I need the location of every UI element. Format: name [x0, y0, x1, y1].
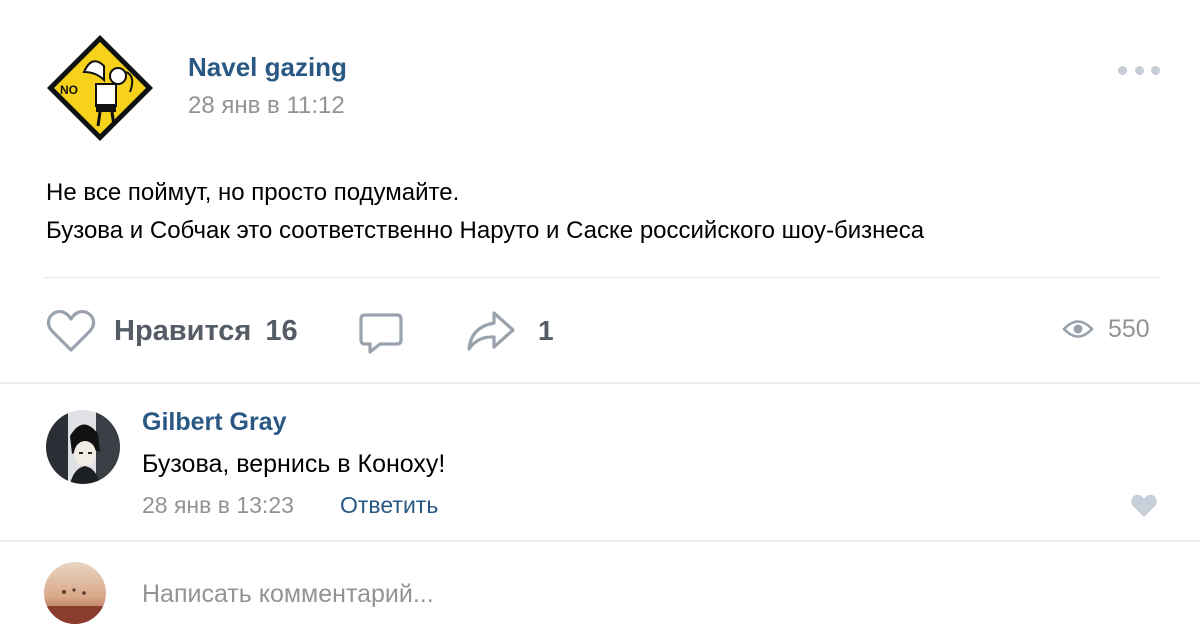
- section-divider: [0, 540, 1200, 542]
- dot: [1134, 65, 1144, 75]
- comment-author-avatar[interactable]: [46, 410, 120, 484]
- eye-icon: [1062, 320, 1094, 338]
- heart-icon: [46, 309, 96, 352]
- current-user-avatar: [44, 562, 106, 624]
- share-count: 1: [538, 315, 554, 346]
- post-text-line-2: Бузова и Собчак это соответственно Нарут…: [46, 217, 925, 244]
- comment-author-link[interactable]: Gilbert Gray: [142, 408, 287, 437]
- reply-button[interactable]: Ответить: [340, 492, 438, 519]
- comment-button[interactable]: [358, 310, 404, 356]
- dot: [1118, 65, 1127, 75]
- comment-icon: [359, 313, 403, 354]
- comment-input[interactable]: [130, 572, 1154, 616]
- heart-icon: [1131, 494, 1157, 517]
- views-count: 550: [1108, 314, 1150, 343]
- post-text: Не все поймут, но просто подумайте. Бузо…: [46, 174, 924, 250]
- group-avatar[interactable]: NO: [44, 32, 156, 144]
- post-text-line-1: Не все поймут, но просто подумайте.: [46, 179, 460, 206]
- section-divider: [0, 382, 1200, 384]
- like-count: 16: [265, 314, 298, 347]
- post-date[interactable]: 28 янв в 11:12: [188, 92, 345, 120]
- views-counter: 550: [1062, 312, 1150, 346]
- share-arrow-icon: [467, 311, 515, 351]
- group-name-link[interactable]: Navel gazing: [188, 52, 347, 83]
- avatar-sign-text: NO: [60, 83, 78, 97]
- more-dots-icon[interactable]: [1118, 62, 1160, 78]
- share-button[interactable]: 1: [466, 308, 554, 354]
- like-label: Нравится: [114, 314, 252, 347]
- divider: [44, 277, 1160, 278]
- dot: [1151, 65, 1160, 75]
- comment-like-button[interactable]: [1130, 494, 1158, 518]
- like-button[interactable]: Нравится 16: [46, 305, 298, 357]
- comment-date[interactable]: 28 янв в 13:23: [142, 492, 294, 519]
- comment-text: Бузова, вернись в Коноху!: [142, 450, 446, 478]
